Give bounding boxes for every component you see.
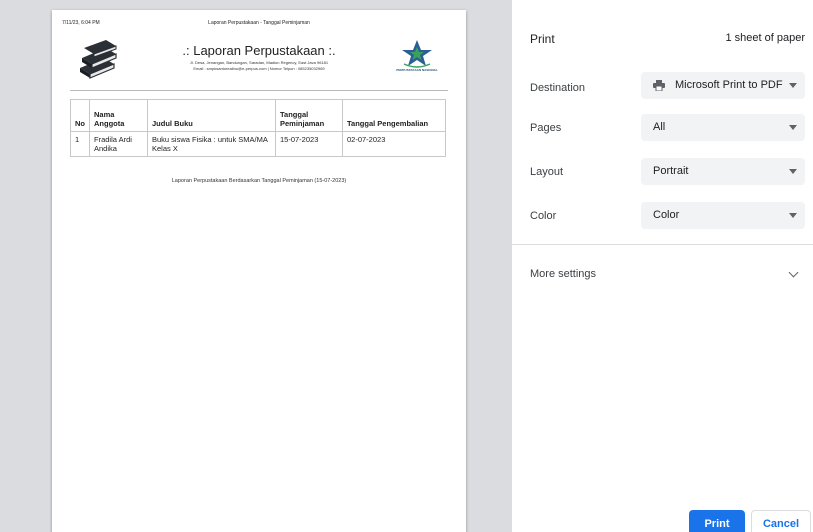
cell-no: 1	[70, 131, 90, 157]
table-header-row: No Nama Anggota Judul Buku Tanggal Pemin…	[70, 99, 446, 132]
print-dialog: 7/11/23, 6:04 PM Laporan Perpustakaan - …	[0, 0, 813, 532]
layout-select[interactable]: Portrait	[641, 158, 805, 185]
panel-title: Print	[530, 32, 555, 46]
report-caption: Laporan Perpustakaan Berdasarkan Tanggal…	[171, 178, 347, 184]
pages-value: All	[653, 121, 666, 133]
cell-member: Fradila Ardi Andika	[89, 131, 148, 157]
more-settings-toggle[interactable]: More settings	[530, 268, 596, 280]
color-label: Color	[530, 210, 557, 222]
destination-value: Microsoft Print to PDF	[675, 79, 783, 91]
cell-borrow-date: 15-07-2023	[275, 131, 343, 157]
print-preview-area[interactable]: 7/11/23, 6:04 PM Laporan Perpustakaan - …	[0, 0, 512, 532]
sheet-count: 1 sheet of paper	[725, 32, 805, 44]
pages-select[interactable]: All	[641, 114, 805, 141]
cell-book: Buku siswa Fisika : untuk SMA/MA Kelas X	[147, 131, 276, 157]
col-header-book: Judul Buku	[147, 99, 276, 132]
dropdown-caret-icon	[789, 213, 797, 218]
page-header-title: Laporan Perpustakaan - Tanggal Peminjama…	[208, 20, 310, 26]
printer-icon	[653, 80, 665, 91]
print-button[interactable]: Print	[689, 510, 745, 532]
cancel-button[interactable]: Cancel	[751, 510, 811, 532]
print-settings-panel: Print 1 sheet of paper Destination Micro…	[512, 0, 813, 532]
color-value: Color	[653, 209, 680, 221]
layout-value: Portrait	[653, 165, 689, 177]
col-header-borrow-date: Tanggal Peminjaman	[275, 99, 343, 132]
report-table: No Nama Anggota Judul Buku Tanggal Pemin…	[70, 99, 446, 157]
col-header-no: No	[70, 99, 90, 132]
dropdown-caret-icon	[789, 83, 797, 88]
destination-select[interactable]: Microsoft Print to PDF	[641, 72, 805, 99]
layout-label: Layout	[530, 166, 564, 178]
panel-divider	[512, 244, 813, 245]
national-library-logo: PERPUSTAKAAN NASIONAL	[392, 38, 442, 82]
color-select[interactable]: Color	[641, 202, 805, 229]
table-row: 1 Fradila Ardi Andika Buku siswa Fisika …	[70, 131, 446, 157]
header-divider	[70, 90, 448, 91]
col-header-member: Nama Anggota	[89, 99, 148, 132]
chevron-down-icon[interactable]	[788, 267, 799, 278]
logo-caption: PERPUSTAKAAN NASIONAL	[396, 68, 438, 72]
cell-return-date: 02-07-2023	[342, 131, 446, 157]
destination-label: Destination	[530, 82, 586, 94]
pages-label: Pages	[530, 122, 562, 134]
dropdown-caret-icon	[789, 169, 797, 174]
preview-page: 7/11/23, 6:04 PM Laporan Perpustakaan - …	[52, 10, 466, 532]
col-header-return-date: Tanggal Pengembalian	[342, 99, 446, 132]
dropdown-caret-icon	[789, 125, 797, 130]
